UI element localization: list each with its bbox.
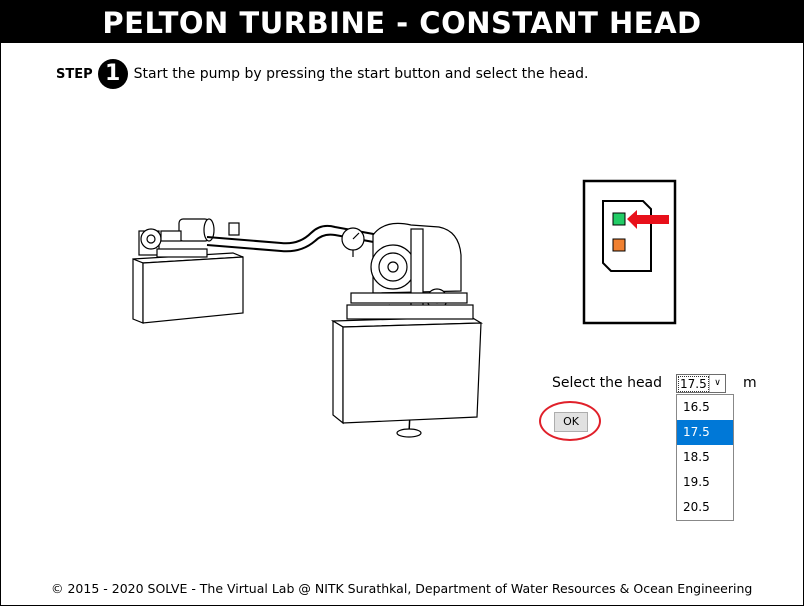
head-dropdown-list: 16.5 17.5 18.5 19.5 20.5 bbox=[676, 394, 734, 521]
head-label: Select the head bbox=[552, 375, 663, 391]
head-option[interactable]: 20.5 bbox=[677, 495, 733, 520]
footer-copyright: © 2015 - 2020 SOLVE - The Virtual Lab @ … bbox=[51, 581, 753, 596]
chevron-down-icon[interactable]: ∨ bbox=[709, 375, 725, 392]
ok-button[interactable]: OK bbox=[554, 412, 588, 432]
head-unit: m bbox=[743, 375, 757, 391]
pelton-turbine-apparatus bbox=[132, 218, 484, 438]
pump-control-panel bbox=[582, 179, 677, 325]
start-button[interactable] bbox=[612, 212, 626, 226]
head-option-selected[interactable]: 17.5 bbox=[677, 420, 733, 445]
stop-button[interactable] bbox=[612, 238, 626, 252]
head-option[interactable]: 19.5 bbox=[677, 470, 733, 495]
head-option[interactable]: 18.5 bbox=[677, 445, 733, 470]
pump-tank bbox=[132, 252, 244, 324]
step-instruction: STEP 1 Start the pump by pressing the st… bbox=[56, 59, 588, 89]
step-label: STEP bbox=[56, 66, 93, 82]
turbine-casing bbox=[350, 222, 468, 312]
head-option[interactable]: 16.5 bbox=[677, 395, 733, 420]
turbine-tank bbox=[330, 304, 484, 425]
step-text: Start the pump by pressing the start but… bbox=[133, 66, 589, 82]
step-number-badge: 1 bbox=[97, 59, 128, 89]
head-selected-value: 17.5 bbox=[678, 375, 709, 392]
head-select[interactable]: 17.5 ∨ bbox=[676, 374, 726, 393]
pressure-gauge-icon bbox=[341, 227, 365, 257]
main-frame: PELTON TURBINE - CONSTANT HEAD STEP 1 St… bbox=[0, 0, 804, 606]
page-title: PELTON TURBINE - CONSTANT HEAD bbox=[1, 1, 803, 43]
